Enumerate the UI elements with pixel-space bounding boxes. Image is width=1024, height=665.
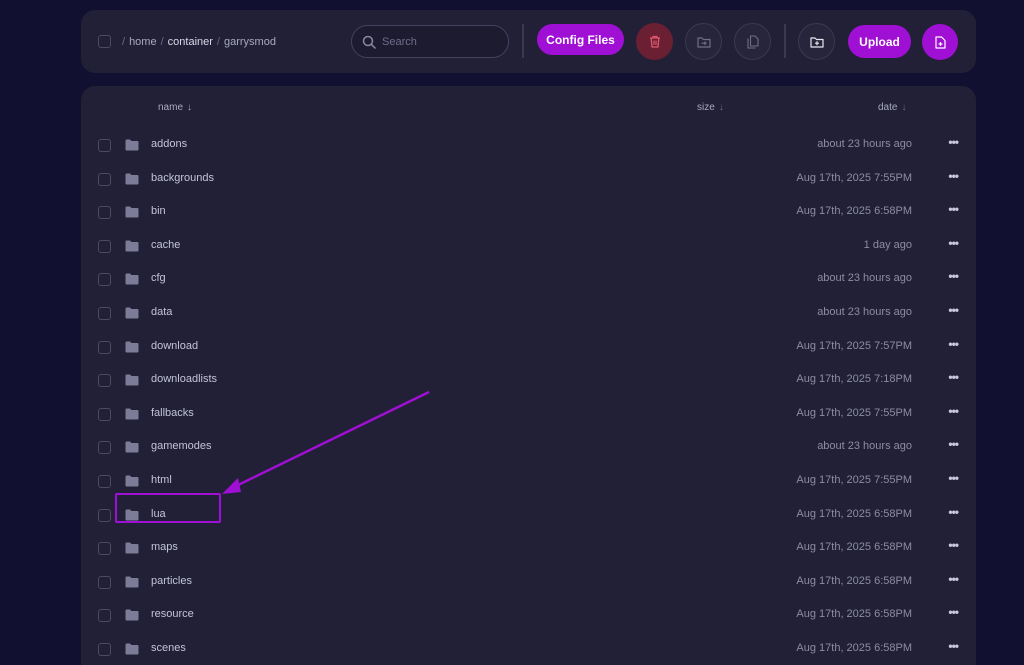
annotation-arrow-icon (222, 390, 430, 494)
